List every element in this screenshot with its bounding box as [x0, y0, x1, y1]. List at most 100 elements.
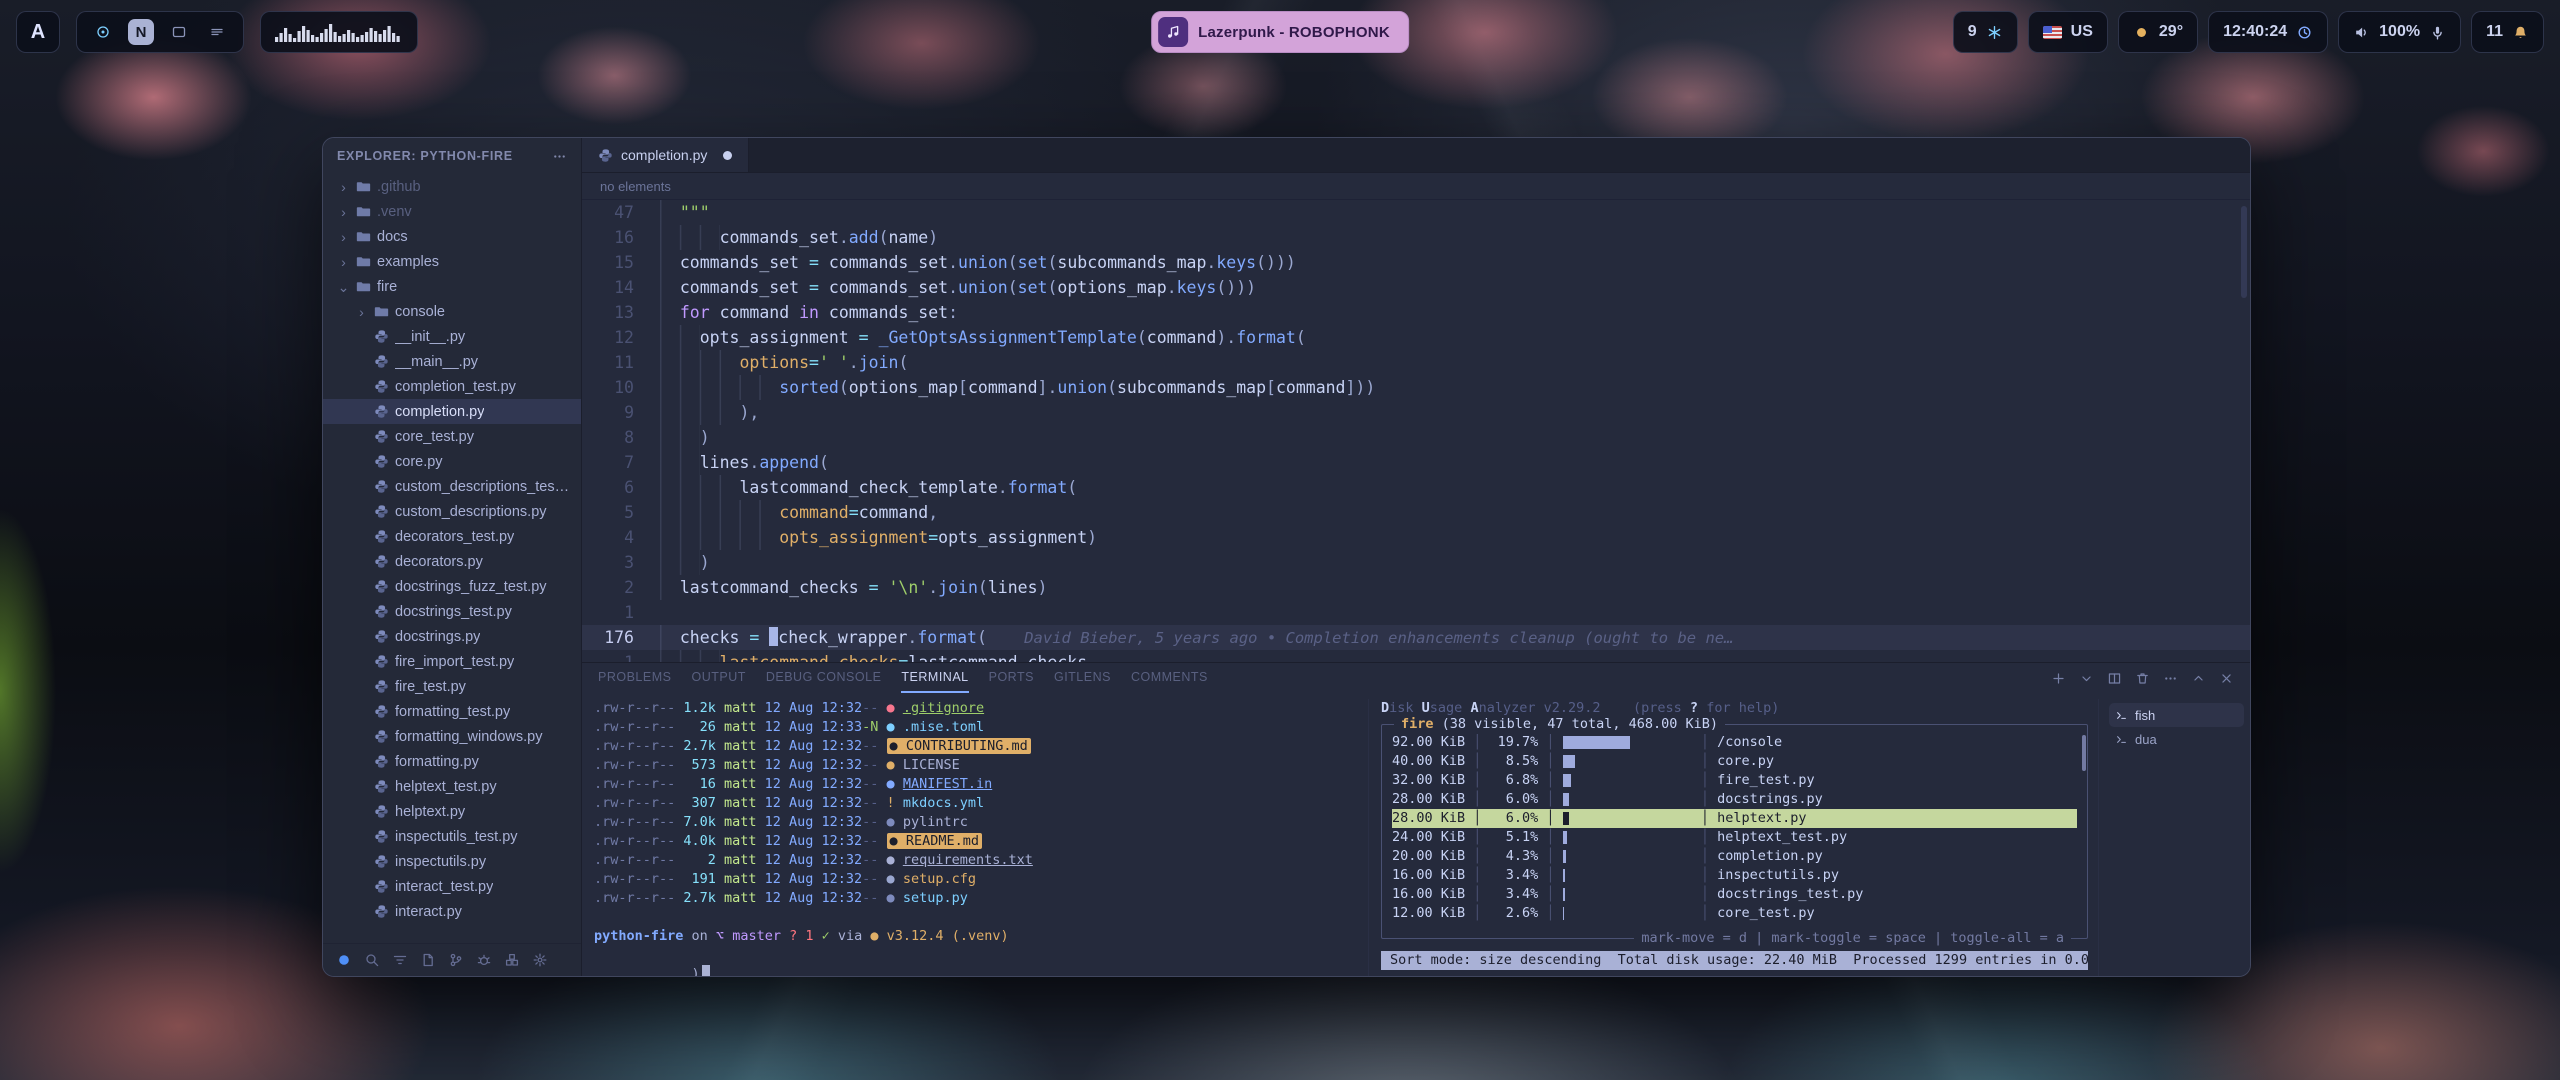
tree-item-inspectutils_test.py[interactable]: inspectutils_test.py	[323, 824, 581, 849]
tree-item-docstrings.py[interactable]: docstrings.py	[323, 624, 581, 649]
settings-icon[interactable]	[532, 952, 548, 968]
tree-item-docs[interactable]: ›docs	[323, 224, 581, 249]
workspace-switcher[interactable]: N	[76, 11, 244, 53]
code-line[interactable]: 6lastcommand_check_template.format(	[582, 475, 2250, 500]
remote-icon[interactable]	[336, 952, 352, 968]
tree-item-__main__.py[interactable]: __main__.py	[323, 349, 581, 374]
filter-icon[interactable]	[392, 952, 408, 968]
tree-item-docstrings_test.py[interactable]: docstrings_test.py	[323, 599, 581, 624]
tree-item-custom_descriptions_test.py[interactable]: custom_descriptions_test.py	[323, 474, 581, 499]
tree-item-.github[interactable]: ›.github	[323, 174, 581, 199]
code-line[interactable]: 47"""	[582, 200, 2250, 225]
tree-item-decorators_test.py[interactable]: decorators_test.py	[323, 524, 581, 549]
code-line[interactable]: 14commands_set = commands_set.union(set(…	[582, 275, 2250, 300]
tree-item-formatting_test.py[interactable]: formatting_test.py	[323, 699, 581, 724]
dua-row[interactable]: 28.00 KiB│6.0%││docstrings.py	[1392, 790, 2077, 809]
workspace-4[interactable]	[204, 19, 230, 45]
code-line[interactable]: 1	[582, 600, 2250, 625]
volume-widget[interactable]: 100%	[2338, 11, 2461, 53]
search-icon[interactable]	[364, 952, 380, 968]
panel-tab-terminal[interactable]: TERMINAL	[901, 663, 968, 693]
tree-item-helptext.py[interactable]: helptext.py	[323, 799, 581, 824]
tree-item-core_test.py[interactable]: core_test.py	[323, 424, 581, 449]
tree-item-__init__.py[interactable]: __init__.py	[323, 324, 581, 349]
code-line[interactable]: 5command=command,	[582, 500, 2250, 525]
panel-tab-problems[interactable]: PROBLEMS	[598, 663, 671, 693]
terminal-session-dua[interactable]: dua	[2109, 727, 2244, 751]
code-line[interactable]: 3)	[582, 550, 2250, 575]
code-line[interactable]: 2lastcommand_checks = '\n'.join(lines)	[582, 575, 2250, 600]
tree-item-interact_test.py[interactable]: interact_test.py	[323, 874, 581, 899]
tree-item-fire[interactable]: ⌄fire	[323, 274, 581, 299]
tree-item-helptext_test.py[interactable]: helptext_test.py	[323, 774, 581, 799]
panel-tab-debug-console[interactable]: DEBUG CONSOLE	[766, 663, 882, 693]
debug-icon[interactable]	[476, 952, 492, 968]
launch-profile-chevron-icon[interactable]	[2079, 671, 2094, 686]
new-terminal-icon[interactable]	[2051, 671, 2066, 686]
dua-row[interactable]: 92.00 KiB│19.7%││/console	[1392, 733, 2077, 752]
workspace-2[interactable]: N	[128, 19, 154, 45]
code-line[interactable]: 176checks = check_wrapper.format(David B…	[582, 625, 2250, 650]
breadcrumb[interactable]: no elements	[582, 173, 2250, 200]
code-line[interactable]: 10sorted(options_map[command].union(subc…	[582, 375, 2250, 400]
dua-row[interactable]: 16.00 KiB│3.4%││docstrings_test.py	[1392, 885, 2077, 904]
code-line[interactable]: 13for command in commands_set:	[582, 300, 2250, 325]
tree-item-docstrings_fuzz_test.py[interactable]: docstrings_fuzz_test.py	[323, 574, 581, 599]
code-line[interactable]: 8)	[582, 425, 2250, 450]
system-graph[interactable]	[260, 11, 418, 53]
tree-item-inspectutils.py[interactable]: inspectutils.py	[323, 849, 581, 874]
clock-widget[interactable]: 12:40:24	[2208, 11, 2328, 53]
media-player-widget[interactable]: Lazerpunk - ROBOPHONK	[1151, 11, 1409, 53]
dua-row[interactable]: 24.00 KiB│5.1%││helptext_test.py	[1392, 828, 2077, 847]
modified-dot-icon[interactable]	[723, 151, 732, 160]
workspace-3[interactable]	[166, 19, 192, 45]
code-line[interactable]: 4opts_assignment=opts_assignment)	[582, 525, 2250, 550]
terminal-session-fish[interactable]: fish	[2109, 703, 2244, 727]
dua-row[interactable]: 32.00 KiB│6.8%││fire_test.py	[1392, 771, 2077, 790]
panel-tab-ports[interactable]: PORTS	[989, 663, 1034, 693]
maximize-panel-icon[interactable]	[2191, 671, 2206, 686]
code-line[interactable]: 7lines.append(	[582, 450, 2250, 475]
workspace-1[interactable]	[90, 19, 116, 45]
code-line[interactable]: 16commands_set.add(name)	[582, 225, 2250, 250]
code-line[interactable]: 9),	[582, 400, 2250, 425]
keyboard-layout-widget[interactable]: US	[2028, 11, 2108, 53]
panel-tab-output[interactable]: OUTPUT	[691, 663, 745, 693]
tree-item-examples[interactable]: ›examples	[323, 249, 581, 274]
tree-item-fire_test.py[interactable]: fire_test.py	[323, 674, 581, 699]
disk-usage-pane[interactable]: Disk Usage Analyzer v2.29.2 (press ? for…	[1368, 699, 2098, 976]
explorer-more-actions-icon[interactable]	[552, 149, 567, 164]
tree-item-decorators.py[interactable]: decorators.py	[323, 549, 581, 574]
tree-item-fire_import_test.py[interactable]: fire_import_test.py	[323, 649, 581, 674]
weather-widget[interactable]: 29°	[2118, 11, 2198, 53]
terminal-pane[interactable]: .rw-r--r--1.2kmatt12 Aug 12:32--●.gitign…	[594, 699, 1368, 976]
code-line[interactable]: 11options=' '.join(	[582, 350, 2250, 375]
tree-item-core.py[interactable]: core.py	[323, 449, 581, 474]
tree-item-console[interactable]: ›console	[323, 299, 581, 324]
launcher-button[interactable]: A	[16, 11, 60, 53]
tree-item-formatting_windows.py[interactable]: formatting_windows.py	[323, 724, 581, 749]
panel-tab-gitlens[interactable]: GITLENS	[1054, 663, 1111, 693]
notifications-widget[interactable]: 11	[2471, 11, 2544, 53]
tree-item-completion.py[interactable]: completion.py	[323, 399, 581, 424]
kill-terminal-icon[interactable]	[2135, 671, 2150, 686]
code-line[interactable]: 15commands_set = commands_set.union(set(…	[582, 250, 2250, 275]
editor-scrollbar[interactable]	[2241, 206, 2247, 298]
dua-row[interactable]: 40.00 KiB│8.5%││core.py	[1392, 752, 2077, 771]
tree-item-custom_descriptions.py[interactable]: custom_descriptions.py	[323, 499, 581, 524]
tab-completion-py[interactable]: completion.py	[582, 138, 749, 172]
code-line[interactable]: 12opts_assignment = _GetOptsAssignmentTe…	[582, 325, 2250, 350]
split-terminal-icon[interactable]	[2107, 671, 2122, 686]
dua-row[interactable]: 16.00 KiB│3.4%││inspectutils.py	[1392, 866, 2077, 885]
panel-tab-comments[interactable]: COMMENTS	[1131, 663, 1208, 693]
dua-row[interactable]: 20.00 KiB│4.3%││completion.py	[1392, 847, 2077, 866]
dua-scrollbar[interactable]	[2082, 735, 2086, 771]
tree-item-completion_test.py[interactable]: completion_test.py	[323, 374, 581, 399]
tree-item-.venv[interactable]: ›.venv	[323, 199, 581, 224]
files-icon[interactable]	[420, 952, 436, 968]
tree-item-formatting.py[interactable]: formatting.py	[323, 749, 581, 774]
updates-widget[interactable]: 9	[1953, 11, 2018, 53]
dua-row[interactable]: 28.00 KiB│6.0%││helptext.py	[1392, 809, 2077, 828]
more-actions-icon[interactable]	[2163, 671, 2178, 686]
extensions-icon[interactable]	[504, 952, 520, 968]
